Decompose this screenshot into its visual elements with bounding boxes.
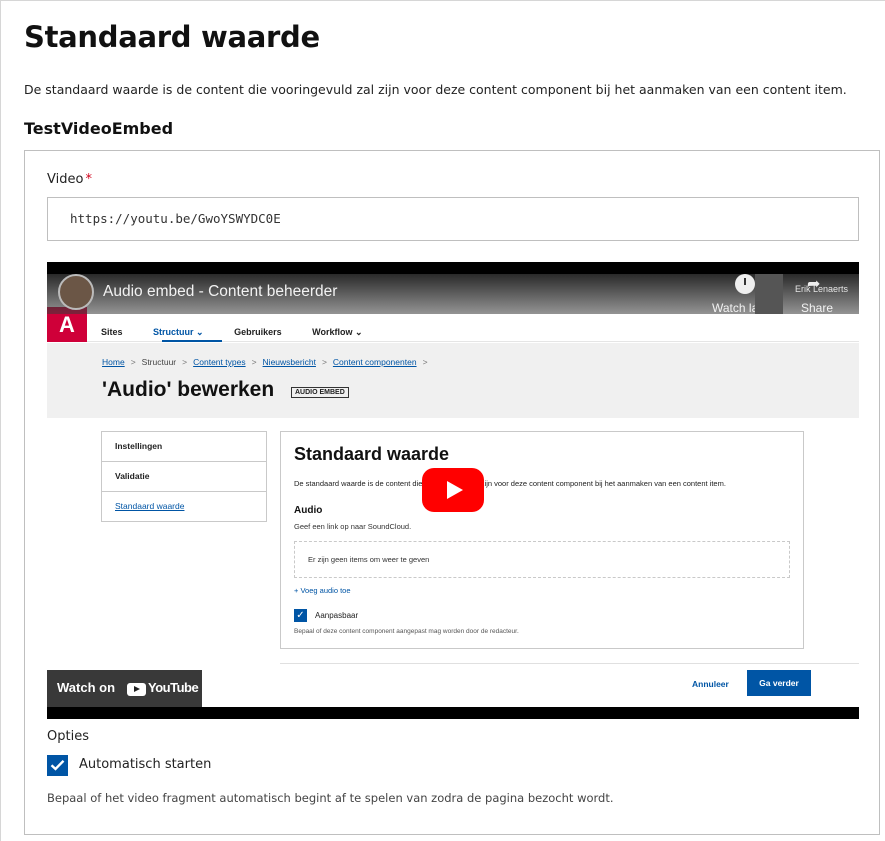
component-card: Video * https://youtu.be/GwoYSWYDC0E A Si… (24, 150, 880, 835)
cms-audio-label: Audio (294, 505, 323, 516)
breadcrumb-separator: > (251, 357, 257, 367)
options-label: Opties (47, 729, 89, 744)
breadcrumb-separator: > (130, 357, 136, 367)
cms-nav: Sites Structuur ⌄ Gebruikers Workflow ⌄ (101, 327, 391, 338)
cms-heading: 'Audio' bewerken (102, 378, 275, 401)
cms-nav-underline (162, 340, 222, 342)
autoplay-checkbox[interactable] (47, 755, 68, 776)
cms-nav-item: Sites (101, 327, 123, 337)
cms-footer-divider (280, 663, 859, 664)
video-url-input[interactable]: https://youtu.be/GwoYSWYDC0E (47, 197, 859, 241)
watch-on-label: Watch on (57, 680, 116, 695)
cms-check-label: Aanpasbaar (315, 611, 359, 620)
youtube-wordmark: YouTube (148, 680, 199, 695)
share-icon[interactable]: ➦ (807, 274, 820, 293)
breadcrumb-separator: > (321, 357, 327, 367)
youtube-logo-icon (127, 683, 146, 696)
cms-card: Standaard waarde De standaard waarde is … (280, 431, 804, 649)
cms-nav-item: Structuur ⌄ (153, 327, 204, 337)
cms-empty-state: Er zijn geen items om weer te geven (294, 541, 790, 578)
channel-avatar[interactable] (58, 274, 94, 310)
clock-icon[interactable] (735, 274, 755, 294)
share-button[interactable]: Share (801, 301, 833, 315)
breadcrumb-item: Home (102, 357, 125, 367)
cms-card-text: De standaard waarde is de content die vo… (294, 479, 726, 488)
user-icon (755, 274, 783, 314)
cms-next: Ga verder (747, 670, 811, 696)
video-label: Video * (47, 172, 92, 187)
cms-add-audio-link: + Voeg audio toe (294, 586, 351, 595)
breadcrumb: Home > Structuur > Content types > Nieuwsberic… (102, 357, 434, 367)
cms-nav-item: Workflow ⌄ (312, 327, 363, 337)
channel-user-name: Erik Lenaerts (795, 284, 849, 294)
cms-sidebar: Instellingen Validatie Standaard waarde (101, 431, 267, 522)
video-player[interactable]: A Sites Structuur ⌄ Gebruikers Workflow … (47, 262, 859, 719)
autoplay-label[interactable]: Automatisch starten (79, 757, 211, 772)
required-marker: * (85, 172, 92, 187)
cms-nav-item: Gebruikers (234, 327, 282, 337)
breadcrumb-item: Structuur (141, 357, 177, 367)
breadcrumb-separator: > (422, 357, 428, 367)
breadcrumb-item: Content types (193, 357, 246, 367)
breadcrumb-separator: > (182, 357, 188, 367)
cms-sidebar-item: Validatie (101, 461, 267, 492)
play-icon[interactable] (422, 468, 484, 512)
component-name: TestVideoEmbed (24, 119, 174, 138)
watch-on-youtube-button[interactable]: Watch on YouTube (47, 670, 202, 707)
page-intro: De standaard waarde is de content die vo… (24, 82, 847, 97)
video-title[interactable]: Audio embed - Content beheerder (103, 283, 337, 301)
cms-check-hint: Bepaal of deze content component aangepa… (294, 628, 519, 635)
autoplay-hint: Bepaal of het video fragment automatisch… (47, 791, 614, 805)
cms-card-title: Standaard waarde (294, 444, 450, 464)
breadcrumb-item: Nieuwsbericht (262, 357, 316, 367)
video-label-text: Video (47, 172, 84, 187)
page-title: Standaard waarde (24, 20, 320, 54)
checkmark-icon (50, 759, 65, 771)
breadcrumb-item: Content componenten (332, 357, 417, 367)
cms-audio-hint: Geef een link op naar SoundCloud. (294, 522, 412, 531)
cms-sidebar-item: Standaard waarde (101, 491, 267, 522)
checkmark-icon: ✓ (294, 609, 307, 622)
cms-badge: AUDIO EMBED (291, 387, 349, 398)
cms-cancel: Annuleer (692, 679, 729, 689)
cms-sidebar-item: Instellingen (101, 431, 267, 462)
